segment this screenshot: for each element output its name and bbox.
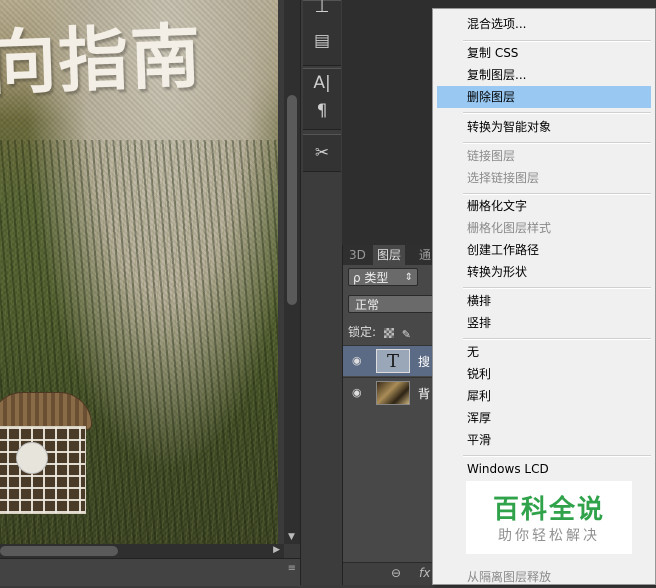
menu-item-blending-options[interactable]: 混合选项... [437, 13, 651, 35]
layer-filter-select[interactable]: ρ 类型 ⇕ [348, 268, 418, 286]
link-layers-icon[interactable]: ⊖ [391, 566, 401, 580]
menu-item-convert-smart-object[interactable]: 转换为智能对象 [437, 116, 651, 138]
menu-item-rasterize-type[interactable]: 栅格化文字 [437, 195, 651, 217]
filter-arrow-icon: ⇕ [404, 272, 413, 283]
scroll-down-arrow-icon[interactable]: ▼ [288, 532, 295, 542]
menu-item-antialias-sharp[interactable]: 锐利 [437, 363, 651, 385]
menu-item-horizontal[interactable]: 横排 [437, 290, 651, 312]
text-layer-thumbnail: T [376, 349, 410, 373]
document-canvas[interactable]: 向指南 [0, 0, 278, 544]
basket-tag [16, 442, 48, 474]
stamp-tool-icon[interactable]: ⊥ [307, 0, 337, 20]
menu-item-antialias-strong[interactable]: 浑厚 [437, 407, 651, 429]
menu-item-link-layers: 链接图层 [467, 149, 516, 163]
basket-lid [0, 392, 92, 430]
horizontal-scroll-thumb[interactable] [0, 546, 118, 556]
layers-panel: 3D 图层 通 ρ 类型 ⇕ 正常 锁定: ✎ ◉ T 搜 ◉ 背 ⊖ fx [342, 245, 443, 585]
layer-row-background[interactable]: ◉ 背 [343, 377, 443, 408]
menu-item-antialias-crisp[interactable]: 犀利 [437, 385, 651, 407]
blend-mode-select[interactable]: 正常 [348, 295, 438, 313]
menu-separator [463, 455, 651, 457]
watermark-subtitle: 助你轻松解决 [498, 528, 600, 544]
watermark-logo: 百科全说 助你轻松解决 [466, 481, 632, 554]
menu-item-create-work-path[interactable]: 创建工作路径 [437, 239, 651, 261]
menu-item-convert-to-shape[interactable]: 转换为形状 [437, 261, 651, 283]
menu-separator [463, 287, 651, 289]
image-layer-thumbnail [376, 381, 410, 405]
character-panel-icon[interactable]: A| [307, 70, 337, 96]
paragraph-panel-icon[interactable]: ¶ [307, 98, 337, 124]
menu-item-antialias-none[interactable]: 无 [437, 341, 651, 363]
menu-item-select-linked-layers: 选择链接图层 [467, 171, 540, 185]
panel-dock-column: ⊥ ▤ A| ¶ ✂ [300, 0, 344, 585]
menu-item-vertical[interactable]: 竖排 [437, 312, 651, 334]
layers-panel-footer: ⊖ fx [343, 562, 443, 585]
canvas-title-text: 向指南 [0, 15, 204, 105]
menu-item-windows-lcd[interactable]: Windows LCD [437, 458, 651, 480]
panel-menu-icon[interactable]: ≡ [288, 563, 296, 574]
lock-row: 锁定: ✎ [348, 323, 411, 341]
filter-label: ρ 类型 [353, 271, 389, 285]
paragraph-style-icon[interactable]: ▤ [307, 28, 337, 54]
status-bar: ≡ [0, 558, 300, 586]
menu-item-rasterize-layer-style: 栅格化图层样式 [467, 221, 552, 235]
lock-pixels-icon[interactable]: ✎ [402, 328, 411, 341]
menu-item-antialias-smooth[interactable]: 平滑 [437, 429, 651, 451]
lock-transparency-icon[interactable] [383, 327, 394, 338]
panel-tab-bar: 3D 图层 通 [343, 245, 443, 265]
layer-row-text[interactable]: ◉ T 搜 [343, 345, 443, 376]
tool-presets-icon[interactable]: ✂ [307, 140, 337, 166]
lock-label: 锁定: [348, 325, 377, 339]
fx-icon[interactable]: fx [419, 566, 430, 580]
tab-3d[interactable]: 3D [345, 245, 370, 265]
vertical-scroll-thumb[interactable] [287, 95, 297, 305]
canvas-horizontal-scrollbar[interactable]: ▶ [0, 544, 284, 558]
scroll-right-arrow-icon[interactable]: ▶ [273, 545, 280, 555]
menu-separator [463, 338, 651, 340]
basket-body [0, 426, 86, 514]
canvas-vertical-scrollbar[interactable]: ▼ [284, 0, 300, 544]
menu-item-copy-css[interactable]: 复制 CSS [437, 42, 651, 64]
eye-icon[interactable]: ◉ [352, 354, 364, 367]
layer-name[interactable]: 搜 [418, 353, 430, 370]
menu-item-duplicate-layer[interactable]: 复制图层... [437, 64, 651, 86]
picnic-basket-image [0, 392, 92, 514]
tab-layers[interactable]: 图层 [373, 245, 406, 265]
menu-separator [463, 112, 651, 114]
eye-icon[interactable]: ◉ [352, 386, 364, 399]
menu-separator [463, 142, 651, 144]
watermark-title: 百科全说 [492, 495, 605, 525]
layer-name[interactable]: 背 [418, 385, 430, 402]
menu-item-delete-layer[interactable]: 删除图层 [437, 86, 651, 108]
